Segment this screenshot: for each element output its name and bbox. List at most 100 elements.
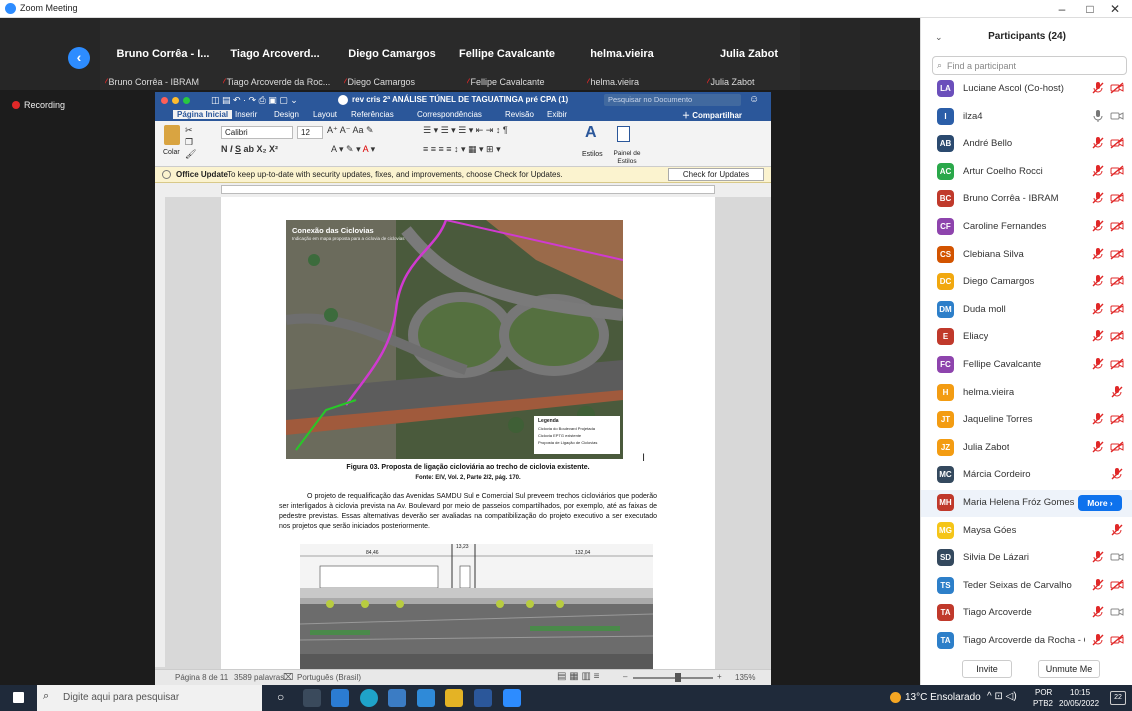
participant-row[interactable]: MG Maysa Góes — [921, 518, 1132, 545]
tab-pagina-inicial[interactable]: Página Inicial — [173, 110, 233, 119]
task-view-icon[interactable]: ○ — [277, 690, 284, 704]
text-color-buttons[interactable]: A ▾ ✎ ▾ A ▾ — [331, 144, 375, 155]
participant-row[interactable]: E Eliacy — [921, 324, 1132, 351]
previous-page-button[interactable]: ‹ — [68, 47, 90, 69]
quick-access-icons[interactable]: ◫ ▤ ↶ · ↷ ⎙ ▣ ▢ ⌄ — [211, 95, 298, 106]
word-zoom-icon[interactable] — [183, 97, 190, 104]
participant-row[interactable]: SD Silvia De Lázari — [921, 545, 1132, 572]
participant-row[interactable]: JZ Julia Zabot — [921, 435, 1132, 462]
search-icon: ⌕ — [937, 60, 943, 70]
participant-row[interactable]: FC Fellipe Cavalcante — [921, 352, 1132, 379]
unmute-me-button[interactable]: Unmute Me — [1038, 660, 1100, 678]
participant-row[interactable]: DC Diego Camargos — [921, 269, 1132, 296]
participant-row[interactable]: CF Caroline Fernandes — [921, 214, 1132, 241]
share-globe-icon — [338, 95, 348, 105]
participant-row[interactable]: JT Jaqueline Torres — [921, 407, 1132, 434]
microphone-icon — [1091, 109, 1105, 123]
styles-label: Estilos — [582, 151, 603, 158]
word-app-icon[interactable] — [474, 689, 492, 707]
zoom-slider-thumb[interactable] — [675, 673, 681, 682]
clock-time[interactable]: 10:15 — [1070, 688, 1090, 697]
vertical-ruler[interactable] — [155, 197, 165, 667]
participant-row[interactable]: MH Maria Helena Fróz Gomes More › — [921, 490, 1132, 517]
keyboard-layout[interactable]: PTB2 — [1033, 699, 1053, 708]
camera-off-icon — [1110, 578, 1124, 592]
participant-row[interactable]: AC Artur Coelho Rocci — [921, 159, 1132, 186]
document-title: rev cris 2ª ANÁLISE TÚNEL DE TAGUATINGA … — [352, 95, 569, 104]
clock-date[interactable]: 20/05/2022 — [1059, 699, 1099, 708]
check-for-updates-button[interactable]: Check for Updates — [668, 168, 764, 181]
account-icon[interactable]: ☺ — [749, 94, 759, 105]
ribbon-tab-bar: Página Inicial Inserir Design Layout Ref… — [155, 109, 771, 121]
tab-inserir[interactable]: Inserir — [235, 110, 257, 119]
participant-row[interactable]: TS Teder Seixas de Carvalho — [921, 573, 1132, 600]
zoom-app-icon[interactable] — [503, 689, 521, 707]
participant-name: Luciane Ascol (Co-host) — [963, 83, 1064, 94]
tray-icons[interactable]: ^ ⊡ ◁) — [987, 691, 1017, 702]
word-minimize-icon[interactable] — [172, 97, 179, 104]
text-format-buttons[interactable]: N I S ab X₂ X² — [221, 144, 278, 154]
weather-sun-icon[interactable] — [890, 692, 901, 703]
muted-mic-icon: ⁄ — [467, 77, 469, 87]
participant-row[interactable]: TA Tiago Arcoverde da Rocha - C... — [921, 628, 1132, 655]
participant-search-field[interactable]: ⌕ Find a participant — [932, 56, 1127, 75]
tab-revisao[interactable]: Revisão — [505, 110, 534, 119]
tab-exibir[interactable]: Exibir — [547, 110, 567, 119]
edge-browser-icon[interactable] — [360, 689, 378, 707]
participant-row[interactable]: Iilza4 — [921, 104, 1132, 131]
tab-correspondencias[interactable]: Correspondências — [417, 110, 482, 119]
file-explorer-icon[interactable] — [445, 689, 463, 707]
share-button[interactable]: ＋ Compartilhar — [682, 110, 742, 121]
language-indicator[interactable]: Português (Brasil) — [297, 673, 361, 682]
copy-icon[interactable]: ❐ — [185, 137, 193, 148]
view-mode-icons[interactable]: ▤ ▦ ▥ ≡ — [557, 671, 600, 682]
font-size-controls[interactable]: A⁺ A⁻ Aa ✎ — [327, 125, 374, 136]
font-size-select[interactable]: 12 — [297, 126, 323, 139]
app-icon[interactable] — [417, 689, 435, 707]
mail-app-icon[interactable] — [331, 689, 349, 707]
zoom-percent[interactable]: 135% — [735, 673, 755, 682]
document-search-field[interactable]: Pesquisar no Documento — [604, 94, 741, 106]
format-painter-icon[interactable]: 🖌 — [185, 149, 196, 160]
participant-row[interactable]: BC Bruno Corrêa - IBRAM — [921, 186, 1132, 213]
participant-row[interactable]: CS Clebiana Silva — [921, 242, 1132, 269]
widgets-icon[interactable] — [303, 689, 321, 707]
proofing-icon[interactable]: ⌧ — [283, 672, 293, 683]
thumbnail-name[interactable]: helma.vieira — [552, 48, 692, 60]
participant-row[interactable]: DM Duda moll — [921, 297, 1132, 324]
participant-row[interactable]: AB André Bello — [921, 131, 1132, 158]
horizontal-ruler[interactable] — [155, 183, 771, 197]
thumbnail-name[interactable]: Julia Zabot — [679, 48, 819, 60]
word-count[interactable]: 3589 palavras — [234, 673, 284, 682]
font-name-select[interactable]: Calibri — [221, 126, 293, 139]
zoom-slider[interactable] — [633, 677, 713, 679]
paragraph-align-buttons[interactable]: ≡ ≡ ≡ ≡ ↕ ▾ ▦ ▾ ⊞ ▾ — [423, 144, 501, 155]
invite-button[interactable]: Invite — [962, 660, 1012, 678]
participant-row[interactable]: Hhelma.vieira — [921, 380, 1132, 407]
avatar: MG — [937, 521, 954, 539]
keyboard-language[interactable]: POR — [1035, 688, 1052, 697]
close-button[interactable]: ✕ — [1098, 0, 1132, 18]
notification-center-icon[interactable]: 22 — [1110, 691, 1126, 705]
tab-layout[interactable]: Layout — [313, 110, 337, 119]
paste-icon[interactable] — [164, 125, 180, 145]
tab-design[interactable]: Design — [274, 110, 299, 119]
more-button[interactable]: More › — [1078, 495, 1122, 511]
cut-icon[interactable]: ✂ — [185, 125, 193, 136]
tab-referencias[interactable]: Referências — [351, 110, 394, 119]
weather-text[interactable]: 13°C Ensolarado — [905, 692, 981, 703]
styles-pane-icon[interactable] — [617, 126, 630, 142]
participant-row[interactable]: MC Márcia Cordeiro — [921, 462, 1132, 489]
taskbar-search-box[interactable]: ⌕ Digite aqui para pesquisar — [37, 685, 262, 711]
list-buttons[interactable]: ☰ ▾ ☰ ▾ ☰ ▾ ⇤ ⇥ ↕ ¶ — [423, 125, 508, 136]
participant-row[interactable]: TA Tiago Arcoverde — [921, 600, 1132, 627]
page-count[interactable]: Página 8 de 11 — [175, 673, 228, 682]
participant-name: Tiago Arcoverde — [963, 607, 1032, 619]
participant-row[interactable]: LA Luciane Ascol (Co-host) — [921, 76, 1132, 103]
store-app-icon[interactable] — [388, 689, 406, 707]
word-close-icon[interactable] — [161, 97, 168, 104]
document-page[interactable]: Conexão das Ciclovias Indicação em mapa … — [221, 197, 715, 679]
avatar: H — [937, 383, 954, 401]
styles-icon[interactable]: A — [585, 124, 597, 142]
windows-start-icon[interactable] — [13, 692, 24, 703]
